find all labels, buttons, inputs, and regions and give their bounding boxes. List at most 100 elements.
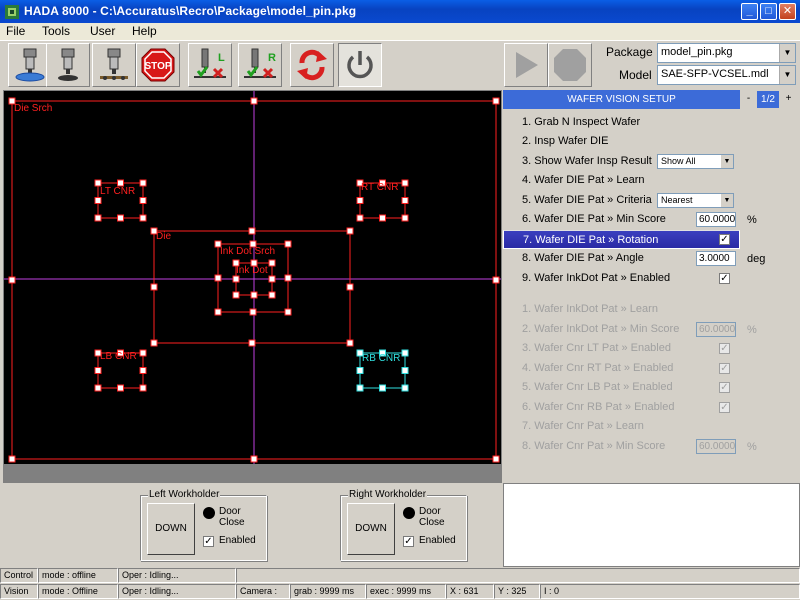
roi-handle[interactable] [248,339,256,347]
roi-handle[interactable] [401,197,409,204]
cnr-rb-checkbox: ✓ [719,402,730,413]
rotation-checkbox[interactable]: ✓ [719,234,730,245]
canvas-scrollbar[interactable] [4,464,501,482]
criteria-select[interactable]: Nearest ▼ [657,193,734,208]
play-button[interactable] [504,43,548,87]
angle-input[interactable]: 3.0000 [696,251,736,266]
roi-handle[interactable] [401,349,409,357]
roi-handle[interactable] [150,339,158,347]
log-panel[interactable] [503,483,800,567]
setup-row-inkdot-enabled[interactable]: 9. Wafer InkDot Pat » Enabled [503,269,740,288]
roi-handle[interactable] [284,274,292,282]
learn-left-button[interactable]: L [188,43,232,87]
roi-handle[interactable] [248,227,256,235]
left-enabled-checkbox[interactable]: ✓ [203,536,214,547]
stop-button[interactable]: STOP [136,43,180,87]
camera-upper-button[interactable] [92,43,136,87]
vision-status-y: Y : 325 [494,584,540,599]
roi-handle[interactable] [379,384,386,392]
menu-file[interactable]: File [6,24,25,38]
roi-handle[interactable] [268,275,276,283]
setup-row-insp-die[interactable]: 2. Insp Wafer DIE [503,132,740,151]
roi-handle[interactable] [249,308,257,316]
roi-handle[interactable] [356,214,364,222]
learn-right-button[interactable]: R [238,43,282,87]
menu-user[interactable]: User [90,24,115,38]
roi-handle[interactable] [250,97,258,105]
roi-handle[interactable] [356,197,364,204]
halt-button[interactable] [548,43,592,87]
setup-row-grab-inspect[interactable]: 1. Grab N Inspect Wafer [503,113,740,132]
ink-dot-label: Ink Dot [236,265,268,276]
camera-mid-icon [58,48,78,81]
roi-handle[interactable] [346,283,354,291]
left-down-button[interactable]: DOWN [147,503,195,555]
setup-row-die-learn[interactable]: 4. Wafer DIE Pat » Learn [503,171,740,190]
power-button[interactable] [338,43,382,87]
roi-handle[interactable] [492,97,500,105]
roi-handle[interactable] [356,367,364,374]
roi-handle[interactable] [139,367,147,374]
roi-handle[interactable] [139,214,147,222]
roi-handle[interactable] [492,455,500,463]
roi-handle[interactable] [94,214,102,222]
page-next-button[interactable]: + [781,91,796,108]
roi-handle[interactable] [379,214,386,222]
roi-handle[interactable] [268,291,276,299]
minimize-button[interactable]: _ [741,3,758,20]
setup-row-die-rotation[interactable]: 7. Wafer DIE Pat » Rotation [503,230,740,249]
min-score-input[interactable]: 60.0000 [696,212,736,227]
roi-handle[interactable] [401,367,409,374]
model-select[interactable]: SAE-SFP-VCSEL.mdl ▼ [657,65,796,85]
left-workholder-title: Left Workholder [148,489,221,500]
right-down-button[interactable]: DOWN [347,503,395,555]
package-select[interactable]: model_pin.pkg ▼ [657,43,796,63]
vision-status-i: I : 0 [540,584,800,599]
chevron-down-icon: ▼ [721,155,733,168]
inkdot-enabled-checkbox[interactable]: ✓ [719,273,730,284]
roi-handle[interactable] [250,455,258,463]
roi-handle[interactable] [401,214,409,222]
roi-handle[interactable] [232,291,240,299]
menu-help[interactable]: Help [132,24,157,38]
roi-handle[interactable] [8,455,16,463]
show-result-select[interactable]: Show All ▼ [657,154,734,169]
roi-handle[interactable] [284,308,292,316]
roi-handle[interactable] [232,275,240,283]
roi-handle[interactable] [94,197,102,204]
roi-handle[interactable] [214,308,222,316]
roi-handle[interactable] [346,227,354,235]
menu-bar: File Tools User Help [0,23,800,40]
roi-handle[interactable] [150,283,158,291]
setup-row-cnr-rb-enabled: 6. Wafer Cnr RB Pat » Enabled [522,401,675,413]
right-workholder-group: Right Workholder DOWN Door Close ✓ Enabl… [340,489,467,561]
roi-handle[interactable] [94,384,102,392]
roi-handle[interactable] [250,291,258,299]
roi-handle[interactable] [139,349,147,357]
roi-handle[interactable] [214,274,222,282]
roi-handle[interactable] [492,276,500,284]
roi-handle[interactable] [139,197,147,204]
roi-handle[interactable] [94,367,102,374]
vision-display[interactable]: Die Srch LT CNR RT CNR Die Ink Dot Srch … [3,90,502,483]
roi-handle[interactable] [356,384,364,392]
roi-handle[interactable] [8,276,16,284]
camera-mid-button[interactable] [46,43,90,87]
roi-handle[interactable] [139,384,147,392]
roi-handle[interactable] [401,384,409,392]
menu-tools[interactable]: Tools [42,24,70,38]
close-button[interactable]: ✕ [779,3,796,20]
lb-cnr-label: LB CNR [100,351,137,362]
roi-handle[interactable] [268,259,276,267]
right-enabled-checkbox[interactable]: ✓ [403,536,414,547]
refresh-button[interactable] [290,43,334,87]
maximize-button[interactable]: □ [760,3,777,20]
cnr-min-score-unit: % [747,441,757,453]
roi-handle[interactable] [284,240,292,248]
roi-handle[interactable] [401,179,409,187]
roi-handle[interactable] [117,214,124,222]
roi-handle[interactable] [139,179,147,187]
page-prev-button[interactable]: - [741,91,756,108]
roi-handle[interactable] [117,384,124,392]
roi-handle[interactable] [346,339,354,347]
